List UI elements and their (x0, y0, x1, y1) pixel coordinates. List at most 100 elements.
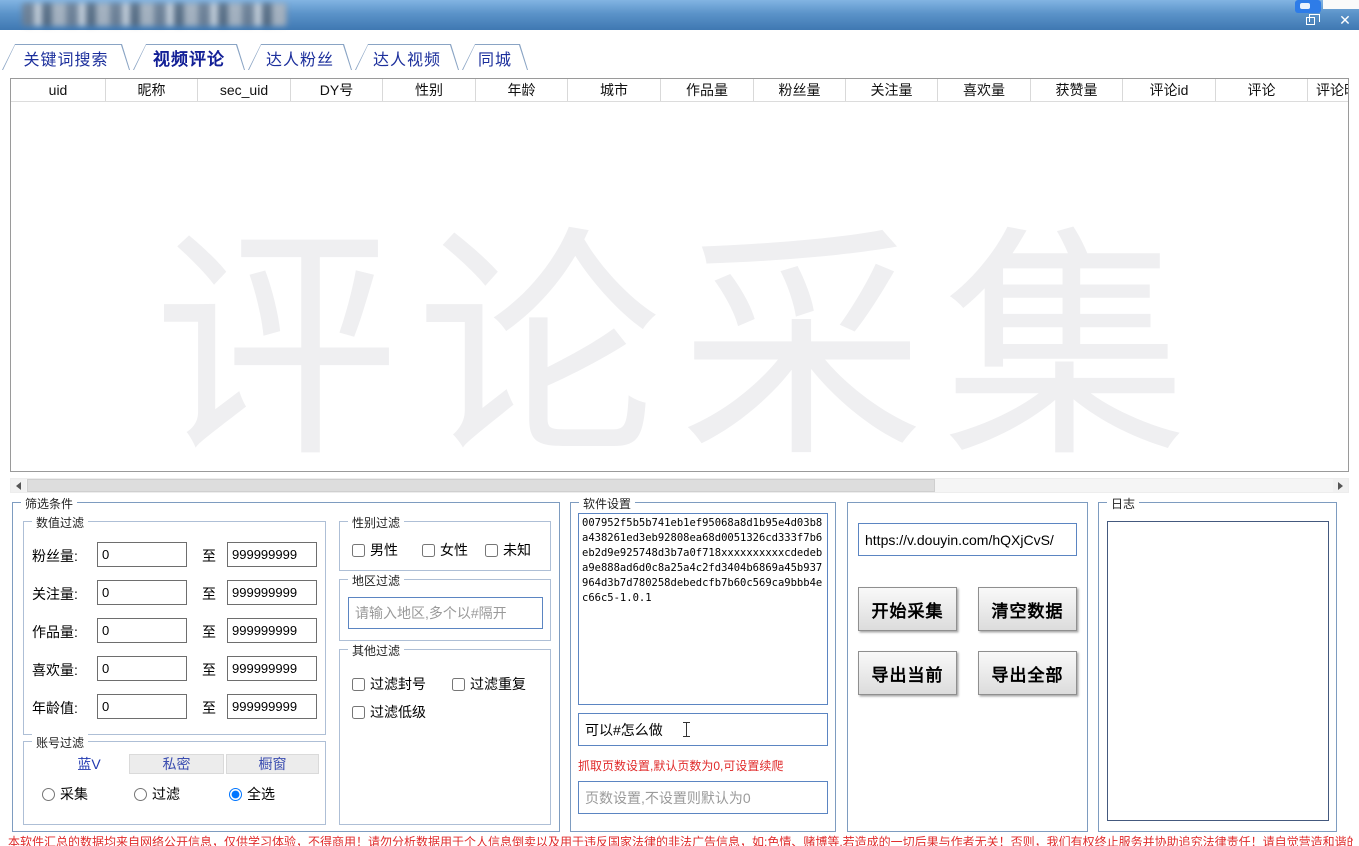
column-header[interactable]: 获赞量 (1031, 79, 1123, 101)
following-count-label: 关注量: (32, 584, 78, 604)
token-textarea[interactable]: 007952f5b5b741eb1ef95068a8d1b95e4d03b8a4… (578, 513, 828, 705)
group-title: 性别过滤 (348, 514, 404, 531)
checkbox-male-input[interactable] (352, 544, 365, 557)
checkbox-filter-lowlevel[interactable]: 过滤低级 (352, 702, 426, 722)
region-filter-group: 地区过滤 (339, 579, 551, 641)
restore-icon (1306, 17, 1315, 25)
column-header[interactable]: 评论id (1123, 79, 1216, 101)
log-listbox[interactable] (1107, 521, 1329, 821)
other-filter-group: 其他过滤 过滤封号 过滤重复 过滤低级 (339, 649, 551, 825)
column-header[interactable]: 性别 (383, 79, 476, 101)
tab-same-city[interactable]: 同城 (462, 44, 528, 70)
checkbox-filter-duplicate-input[interactable] (452, 678, 465, 691)
checkbox-filter-banned-input[interactable] (352, 678, 365, 691)
background-window-corner (1323, 0, 1359, 9)
tab-label: 视频评论 (134, 45, 244, 70)
log-panel: 日志 (1098, 502, 1337, 832)
numeric-filter-group: 数值过滤 粉丝量: 至 关注量: 至 作品量: 至 喜欢量: (23, 521, 326, 735)
works-max-input[interactable] (227, 618, 317, 643)
tab-keyword-search[interactable]: 关键词搜索 (2, 44, 130, 70)
table-header-row: uid 昵称 sec_uid DY号 性别 年龄 城市 作品量 粉丝量 关注量 … (11, 79, 1348, 102)
scroll-right-button[interactable] (1333, 479, 1348, 492)
account-filter-group: 账号过滤 蓝V 私密 橱窗 采集 过滤 全选 (23, 741, 326, 825)
private-account-button[interactable]: 私密 (129, 754, 224, 774)
panel-title: 软件设置 (579, 495, 635, 512)
radio-collect-input[interactable] (42, 788, 55, 801)
numeric-filter-row: 粉丝量: 至 (24, 542, 325, 568)
clear-data-button[interactable]: 清空数据 (978, 587, 1077, 631)
tab-video-comments[interactable]: 视频评论 (133, 44, 245, 70)
scrollbar-thumb[interactable] (27, 479, 935, 492)
works-count-label: 作品量: (32, 622, 78, 642)
fans-max-input[interactable] (227, 542, 317, 567)
to-label: 至 (202, 698, 216, 718)
checkbox-male[interactable]: 男性 (352, 540, 398, 560)
checkbox-unknown[interactable]: 未知 (485, 540, 531, 560)
group-title: 数值过滤 (32, 514, 88, 531)
actions-panel: 开始采集 清空数据 导出当前 导出全部 (847, 502, 1088, 832)
column-header[interactable]: 昵称 (106, 79, 198, 101)
results-table: uid 昵称 sec_uid DY号 性别 年龄 城市 作品量 粉丝量 关注量 … (10, 78, 1349, 472)
checkbox-label: 过滤重复 (470, 674, 526, 694)
start-collect-button[interactable]: 开始采集 (858, 587, 957, 631)
blue-v-label[interactable]: 蓝V (54, 754, 124, 774)
radio-select-all-input[interactable] (229, 788, 242, 801)
panel-title: 筛选条件 (21, 495, 77, 512)
showcase-button[interactable]: 橱窗 (226, 754, 319, 774)
age-min-input[interactable] (97, 694, 187, 719)
column-header[interactable]: 城市 (568, 79, 661, 101)
tab-label: 达人视频 (356, 45, 458, 70)
checkbox-female[interactable]: 女性 (422, 540, 468, 560)
radio-filter[interactable]: 过滤 (134, 784, 180, 804)
tab-label: 达人粉丝 (249, 45, 351, 70)
checkbox-label: 未知 (503, 540, 531, 560)
fans-count-label: 粉丝量: (32, 546, 78, 566)
checkbox-filter-banned[interactable]: 过滤封号 (352, 674, 426, 694)
radio-filter-input[interactable] (134, 788, 147, 801)
works-min-input[interactable] (97, 618, 187, 643)
tab-influencer-videos[interactable]: 达人视频 (355, 44, 459, 70)
software-settings-panel: 软件设置 007952f5b5b741eb1ef95068a8d1b95e4d0… (570, 502, 836, 832)
column-header[interactable]: DY号 (291, 79, 383, 101)
checkbox-female-input[interactable] (422, 544, 435, 557)
filter-conditions-panel: 筛选条件 数值过滤 粉丝量: 至 关注量: 至 作品量: 至 (12, 502, 560, 832)
checkbox-unknown-input[interactable] (485, 544, 498, 557)
column-header[interactable]: 喜欢量 (938, 79, 1031, 101)
checkbox-filter-duplicate[interactable]: 过滤重复 (452, 674, 526, 694)
age-max-input[interactable] (227, 694, 317, 719)
following-max-input[interactable] (227, 580, 317, 605)
column-header[interactable]: 粉丝量 (754, 79, 846, 101)
checkbox-label: 男性 (370, 540, 398, 560)
close-window-button[interactable]: ✕ (1336, 11, 1354, 28)
radio-select-all[interactable]: 全选 (229, 784, 275, 804)
likes-max-input[interactable] (227, 656, 317, 681)
column-header[interactable]: sec_uid (198, 79, 291, 101)
following-min-input[interactable] (97, 580, 187, 605)
region-input[interactable] (348, 597, 543, 629)
column-header[interactable]: 评论 (1216, 79, 1308, 101)
page-count-input[interactable] (578, 781, 828, 814)
restore-window-button[interactable] (1301, 11, 1319, 28)
column-header[interactable]: 作品量 (661, 79, 754, 101)
tab-influencer-fans[interactable]: 达人粉丝 (248, 44, 352, 70)
keyword-input-wrap (578, 713, 828, 746)
column-header[interactable]: 评论时间 (1308, 79, 1348, 101)
group-title: 其他过滤 (348, 642, 404, 659)
scroll-left-button[interactable] (11, 479, 26, 492)
watermark-text: 评论采集 (11, 149, 1348, 472)
export-all-button[interactable]: 导出全部 (978, 651, 1077, 695)
to-label: 至 (202, 546, 216, 566)
age-value-label: 年龄值: (32, 698, 78, 718)
checkbox-filter-lowlevel-input[interactable] (352, 706, 365, 719)
share-url-input[interactable] (858, 523, 1077, 556)
fans-min-input[interactable] (97, 542, 187, 567)
keyword-input[interactable] (578, 713, 828, 746)
column-header[interactable]: 年龄 (476, 79, 568, 101)
tab-label: 关键词搜索 (3, 45, 129, 70)
likes-min-input[interactable] (97, 656, 187, 681)
column-header[interactable]: uid (11, 79, 106, 101)
radio-collect[interactable]: 采集 (42, 784, 88, 804)
export-current-button[interactable]: 导出当前 (858, 651, 957, 695)
column-header[interactable]: 关注量 (846, 79, 938, 101)
horizontal-scrollbar[interactable] (10, 478, 1349, 493)
